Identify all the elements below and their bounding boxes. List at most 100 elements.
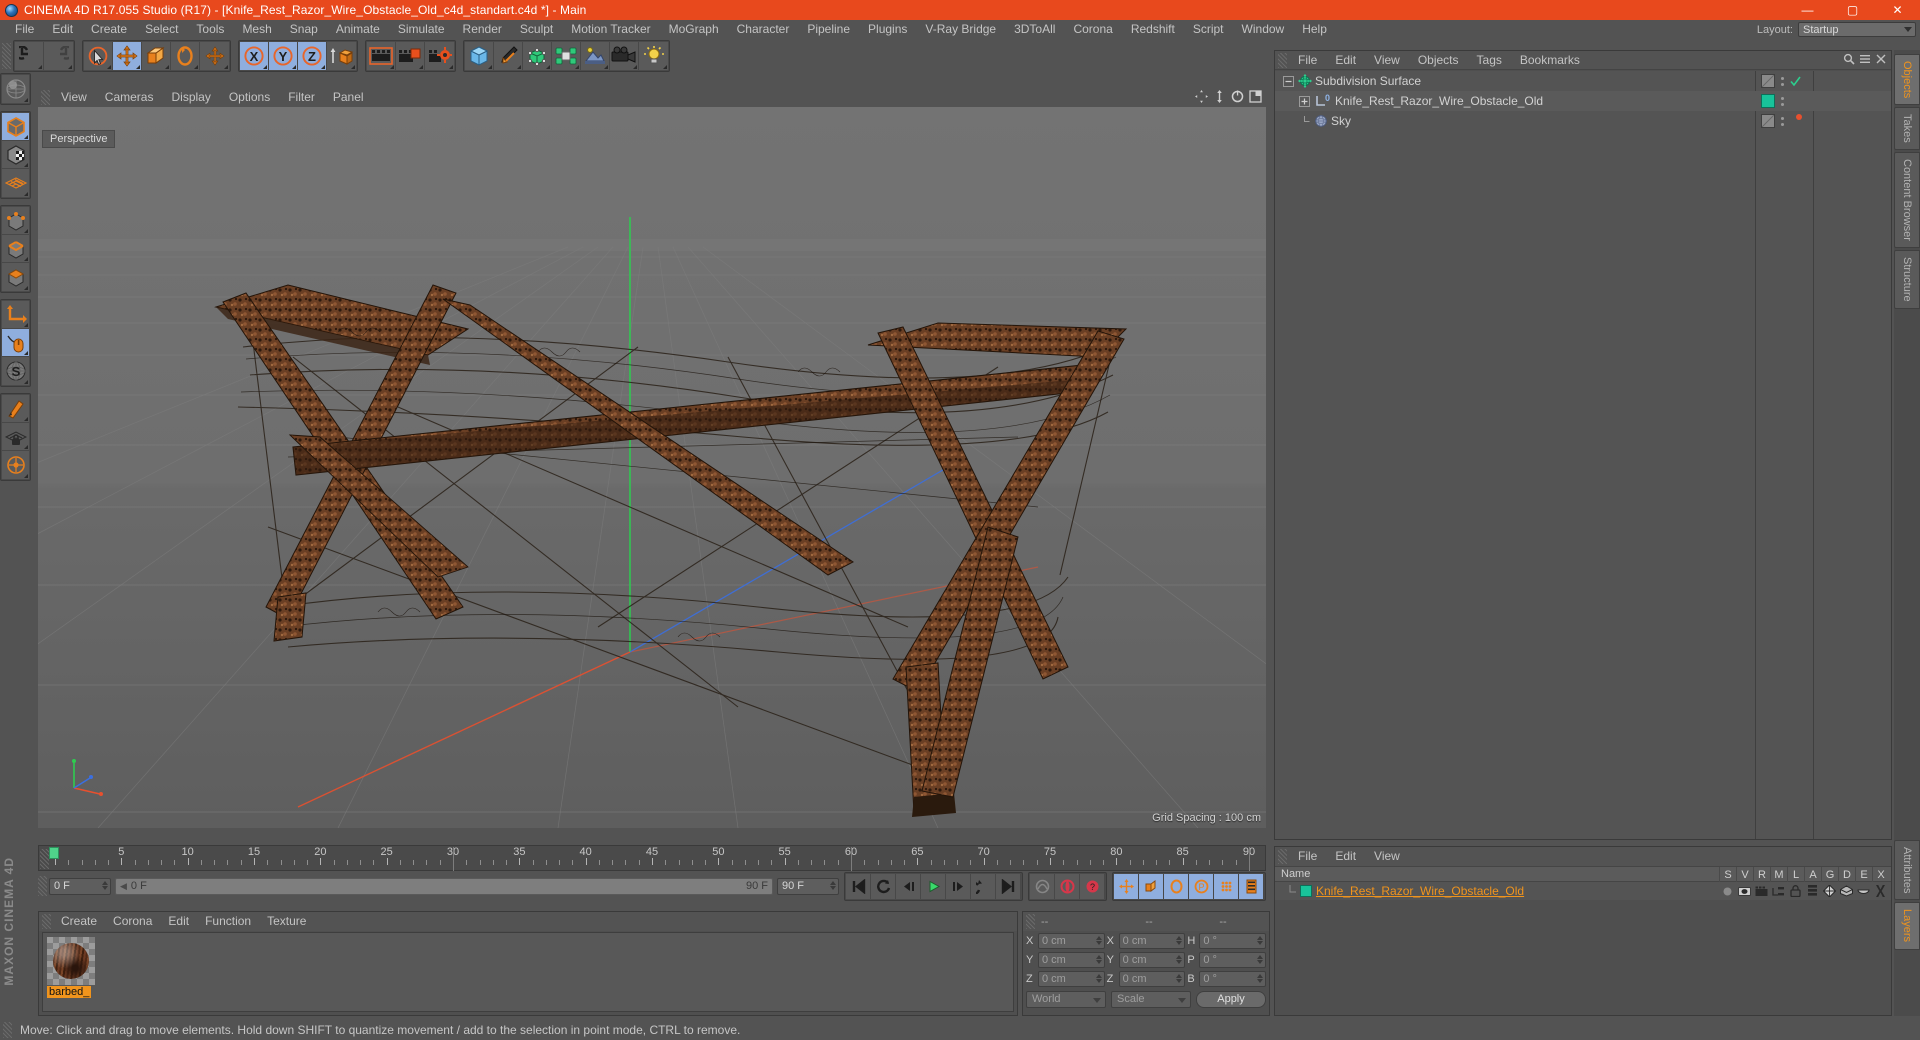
record-help-icon[interactable]: ? — [1080, 873, 1105, 899]
record-icon[interactable] — [1055, 873, 1080, 899]
cube-primitive-button[interactable] — [465, 42, 494, 70]
timeline-scrubber[interactable]: ◀ 0 F 90 F — [115, 877, 773, 895]
spinner-icon[interactable] — [1176, 935, 1183, 945]
coordinate-field[interactable]: 0 ° — [1199, 951, 1267, 968]
pen-spline-button[interactable] — [494, 42, 523, 70]
key-param-icon[interactable]: P — [1189, 873, 1214, 899]
go-to-end-icon[interactable] — [996, 873, 1021, 899]
layer-menu-view[interactable]: View — [1365, 847, 1409, 866]
current-frame-marker[interactable] — [49, 847, 59, 859]
spinner-icon[interactable] — [1257, 954, 1264, 964]
object-menu-view[interactable]: View — [1365, 51, 1409, 70]
object-row[interactable]: Subdivision Surface — [1275, 71, 1891, 91]
maximize-button[interactable]: ▢ — [1830, 0, 1875, 20]
list-view-icon[interactable] — [1859, 53, 1871, 65]
rotate-tool-button[interactable] — [171, 42, 200, 70]
material-menu-texture[interactable]: Texture — [259, 912, 314, 931]
key-scale-icon[interactable] — [1139, 873, 1164, 899]
toolbar-grip[interactable] — [2, 43, 11, 69]
spinner-icon[interactable] — [1257, 935, 1264, 945]
play-loop-icon[interactable] — [971, 873, 996, 899]
menu-item-tools[interactable]: Tools — [187, 20, 233, 39]
layer-column-v[interactable]: V — [1736, 867, 1753, 883]
material-menu-edit[interactable]: Edit — [160, 912, 197, 931]
layer-row[interactable]: Knife_Rest_Razor_Wire_Obstacle_Old — [1275, 882, 1891, 900]
material-menu-function[interactable]: Function — [197, 912, 259, 931]
layer-color-swatch[interactable] — [1300, 885, 1312, 897]
scrub-left-arrow-icon[interactable]: ◀ — [120, 881, 127, 892]
menu-item-create[interactable]: Create — [82, 20, 136, 39]
material-list[interactable]: barbed_ — [42, 932, 1014, 1012]
display-tag-icon[interactable] — [1761, 114, 1775, 128]
layer-toggle-s[interactable] — [1719, 886, 1736, 897]
viewport-menu-panel[interactable]: Panel — [324, 88, 373, 107]
visibility-dots-icon[interactable] — [1781, 96, 1784, 106]
minimize-button[interactable]: — — [1785, 0, 1830, 20]
move-tool-button[interactable] — [113, 42, 142, 70]
spinner-icon[interactable] — [830, 880, 836, 890]
spinner-icon[interactable] — [102, 880, 108, 890]
spinner-icon[interactable] — [1176, 973, 1183, 983]
model-mode-button[interactable] — [2, 113, 29, 141]
material-item[interactable]: barbed_ — [47, 937, 97, 1001]
scale-tool-button[interactable] — [142, 42, 171, 70]
coordinate-field[interactable]: 0 cm — [1038, 932, 1105, 949]
x-axis-button[interactable]: X — [240, 42, 269, 70]
layout-dropdown[interactable]: Startup — [1798, 22, 1916, 37]
menu-item-pipeline[interactable]: Pipeline — [798, 20, 859, 39]
viewport-menu-filter[interactable]: Filter — [279, 88, 324, 107]
workplane-button[interactable] — [2, 169, 29, 197]
key-dope-icon[interactable] — [1239, 873, 1264, 899]
dock-tab-structure[interactable]: Structure — [1894, 249, 1920, 309]
dock-tab-content-browser[interactable]: Content Browser — [1894, 152, 1920, 248]
layer-grip[interactable] — [1278, 849, 1287, 864]
render-view-button[interactable] — [367, 42, 396, 70]
edges-mode-button[interactable] — [2, 235, 29, 263]
menu-item-file[interactable]: File — [6, 20, 43, 39]
close-button[interactable]: ✕ — [1875, 0, 1920, 20]
layer-toggle-e[interactable] — [1855, 886, 1872, 897]
menu-item-character[interactable]: Character — [728, 20, 799, 39]
spinner-icon[interactable] — [1095, 973, 1102, 983]
layer-toggle-d[interactable] — [1838, 885, 1855, 897]
coordinate-field[interactable]: 0 cm — [1118, 951, 1186, 968]
rotate-view-icon[interactable] — [1231, 90, 1244, 103]
camera-button[interactable] — [610, 42, 639, 70]
timeline-grip[interactable] — [40, 849, 49, 869]
layer-column-m[interactable]: M — [1770, 867, 1787, 883]
menu-item-window[interactable]: Window — [1233, 20, 1294, 39]
axis-modify-button[interactable] — [2, 301, 29, 329]
points-mode-button[interactable] — [2, 207, 29, 235]
viewport-solo-button[interactable] — [2, 395, 29, 423]
menu-item-animate[interactable]: Animate — [327, 20, 389, 39]
world-object-coord-button[interactable] — [327, 42, 356, 70]
lock-workplane-button[interactable] — [2, 423, 29, 451]
play-forward-icon[interactable] — [921, 873, 946, 899]
key-pla-icon[interactable] — [1214, 873, 1239, 899]
material-menu-create[interactable]: Create — [53, 912, 105, 931]
coordinate-space-select[interactable]: World — [1026, 990, 1106, 1008]
menu-item-3dtoall[interactable]: 3DToAll — [1005, 20, 1064, 39]
coordinate-field[interactable]: 0 cm — [1038, 970, 1105, 987]
object-manager-grip[interactable] — [1278, 52, 1287, 68]
spinner-icon[interactable] — [1176, 954, 1183, 964]
status-grip[interactable] — [3, 1022, 12, 1038]
layer-toggle-a[interactable] — [1804, 885, 1821, 897]
dock-tab-attributes[interactable]: Attributes — [1894, 840, 1920, 901]
menu-item-mograph[interactable]: MoGraph — [660, 20, 728, 39]
viewport-menu-cameras[interactable]: Cameras — [96, 88, 163, 107]
go-to-start-icon[interactable] — [846, 873, 871, 899]
layer-column-x[interactable]: X — [1872, 867, 1889, 883]
visibility-dots-icon[interactable] — [1781, 76, 1784, 86]
layer-toggle-x[interactable] — [1872, 885, 1889, 897]
layer-column-e[interactable]: E — [1855, 867, 1872, 883]
close-icon[interactable] — [1875, 53, 1887, 65]
object-row[interactable]: 0 Knife_Rest_Razor_Wire_Obstacle_Old — [1275, 91, 1891, 111]
object-tree[interactable]: Subdivision Surface 0 Knife_Rest_Razor_Wir… — [1275, 71, 1891, 839]
layer-menu-edit[interactable]: Edit — [1326, 847, 1365, 866]
move-axis-button[interactable] — [200, 42, 229, 70]
coordinate-mode-select[interactable]: Scale — [1111, 990, 1191, 1008]
layer-column-s[interactable]: S — [1719, 867, 1736, 883]
object-row[interactable]: Sky — [1275, 111, 1891, 131]
menu-item-corona[interactable]: Corona — [1064, 20, 1121, 39]
